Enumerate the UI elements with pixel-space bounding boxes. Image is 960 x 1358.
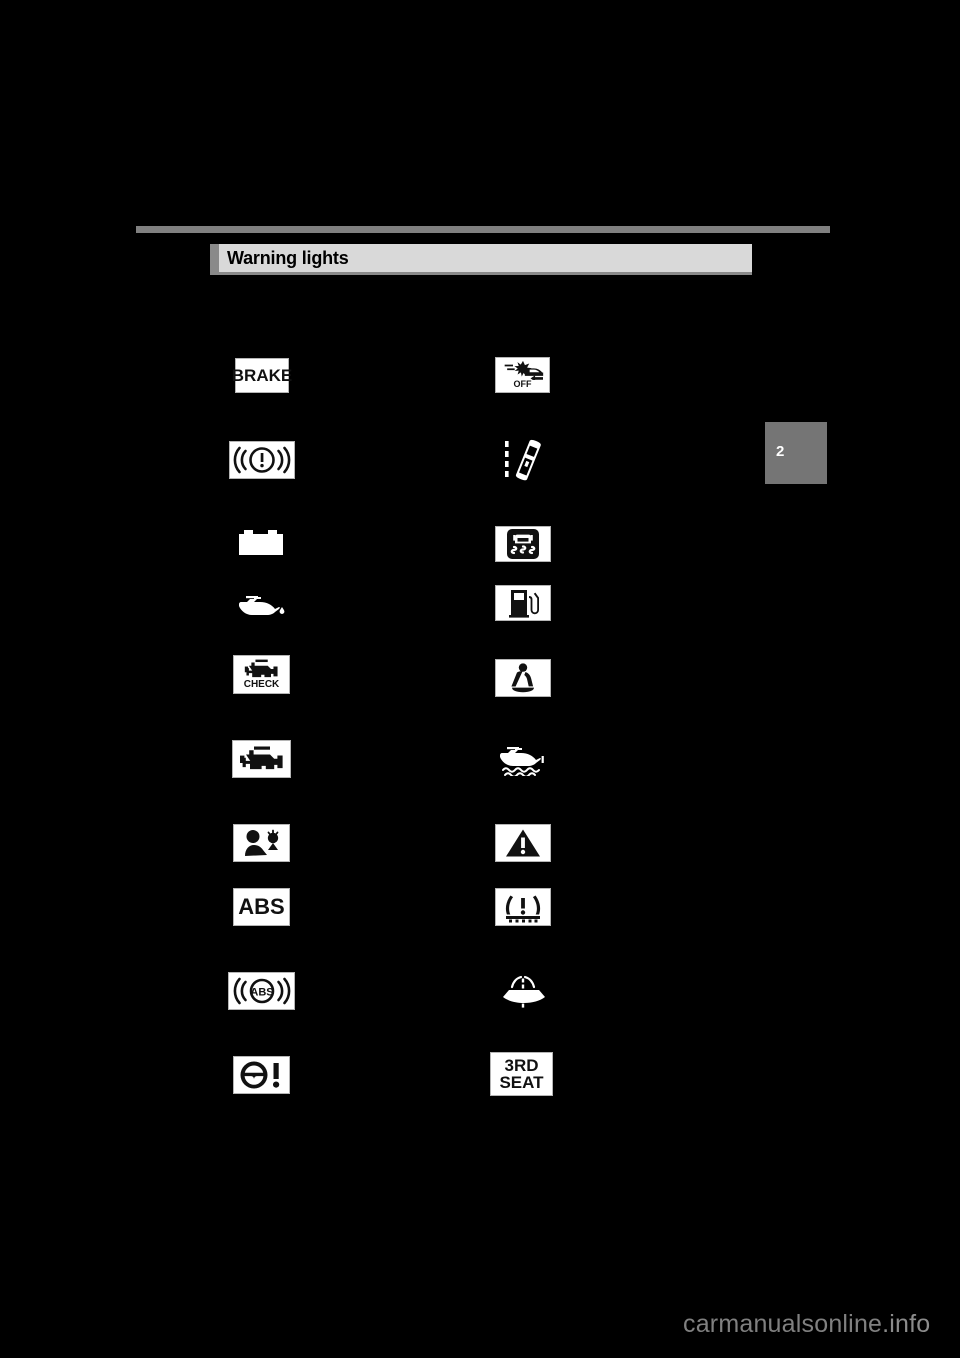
low-fuel-level-warning-light[interactable] [495,585,551,621]
skid-control-warning-light[interactable] [495,526,551,562]
header-top-rule [136,226,830,233]
warning-light-grid: BRAKE CHECK ABS ABS OFF 3RD SEAT [0,0,960,1358]
brake-system-warning-light[interactable] [229,441,295,479]
watermark-suffix: .info [882,1310,931,1338]
footer-watermark: carmanualsonline.info [683,1312,930,1337]
low-engine-oil-pressure-light[interactable] [236,590,290,620]
chapter-number: 2 [776,443,785,460]
abs-warning-light[interactable]: ABS [233,888,290,926]
brake-warning-light[interactable]: BRAKE [231,358,293,393]
pre-collision-system-off-light[interactable]: OFF [495,357,550,393]
abs-system-warning-light[interactable]: ABS [228,972,295,1010]
battery-charging-warning-light[interactable] [236,527,288,559]
pre-collision-system-off-label: OFF [513,379,532,390]
page-title: Warning lights [227,248,349,268]
third-seat-belt-reminder-light[interactable]: 3RD SEAT [490,1052,553,1096]
brake-warning-light-label: BRAKE [231,365,293,385]
svg-text:ABS: ABS [250,986,273,998]
section-header: Warning lights [210,244,752,275]
tire-pressure-warning-light[interactable] [495,888,551,926]
check-engine-warning-light-label: CHECK [243,678,280,690]
chapter-tab: 2 [765,422,827,484]
malfunction-indicator-light[interactable] [232,740,291,778]
seat-belt-reminder-light[interactable] [495,659,551,697]
watermark-text: carmanualsonline [683,1310,883,1338]
third-seat-belt-reminder-label: 3RD SEAT [499,1055,544,1092]
master-warning-light[interactable] [495,824,551,862]
open-door-warning-light[interactable] [497,973,550,1010]
abs-warning-light-label: ABS [238,893,285,919]
srs-airbag-warning-light[interactable] [233,824,290,862]
check-engine-warning-light[interactable]: CHECK [233,655,290,694]
power-steering-warning-light[interactable] [233,1056,290,1094]
low-engine-oil-level-light[interactable] [496,740,552,777]
lane-departure-alert-light[interactable] [498,438,548,483]
manual-page: Warning lights 2 BRAKE CHECK ABS ABS OFF… [0,0,960,1358]
